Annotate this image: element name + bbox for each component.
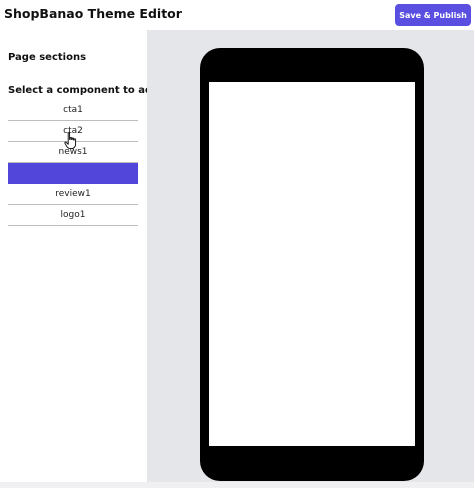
bottom-strip xyxy=(0,482,474,488)
save-publish-button[interactable]: Save & Publish xyxy=(395,4,471,26)
phone-frame xyxy=(200,48,424,481)
top-bar: ShopBanao Theme Editor Save & Publish xyxy=(0,0,474,30)
component-item-cta1[interactable]: cta1 xyxy=(8,100,138,121)
sidebar: Page sections Select a component to add … xyxy=(0,30,159,488)
component-item-review1[interactable]: review1 xyxy=(8,184,138,205)
select-component-heading: Select a component to add xyxy=(8,85,160,96)
app-title: ShopBanao Theme Editor xyxy=(4,6,182,21)
hand-pointer-icon xyxy=(64,132,77,150)
page-sections-heading: Page sections xyxy=(8,52,87,63)
phone-screen[interactable] xyxy=(209,82,415,446)
component-item-logo1[interactable]: logo1 xyxy=(8,205,138,226)
component-list: cta1 cta2 news1 review1 logo1 xyxy=(8,100,138,226)
preview-canvas xyxy=(147,30,474,482)
component-item-selected[interactable] xyxy=(8,163,138,184)
